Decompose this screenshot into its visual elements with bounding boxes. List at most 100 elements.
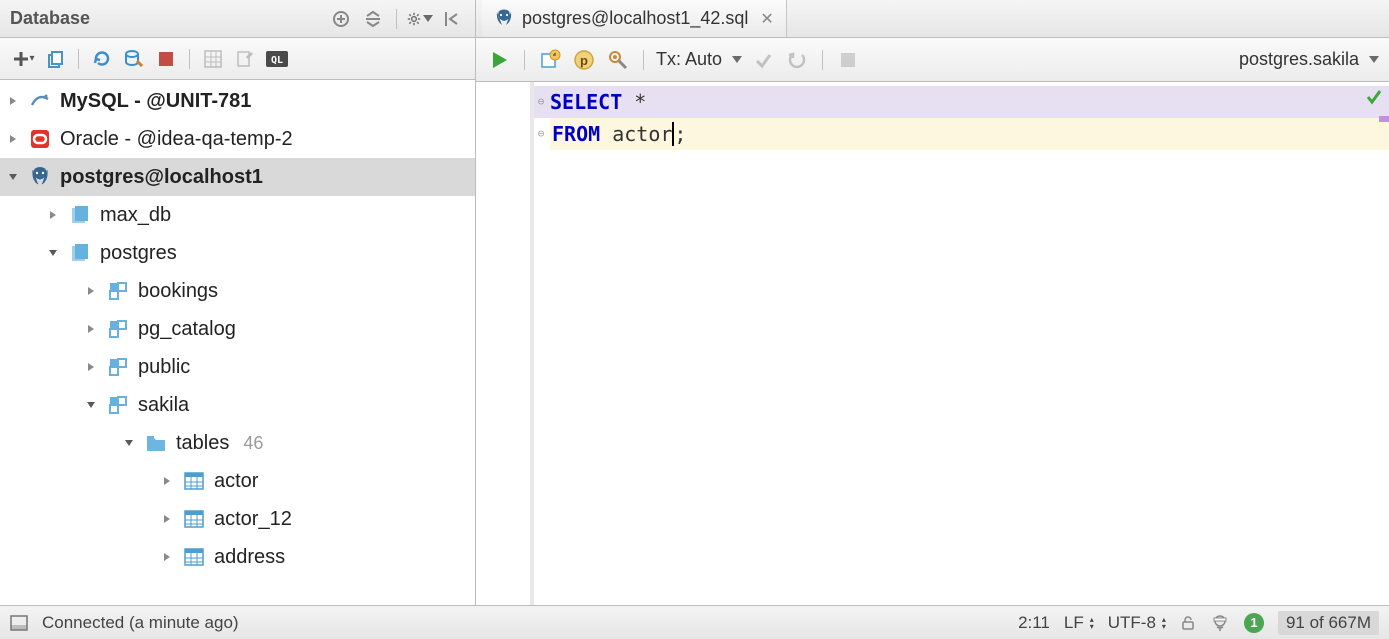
schema-selector[interactable]: postgres.sakila	[1239, 49, 1379, 70]
sql-keyword: SELECT	[550, 90, 622, 114]
postgres-elephant-icon	[494, 9, 514, 29]
table-icon	[182, 507, 206, 531]
node-label: postgres	[100, 242, 177, 265]
status-lock-icon[interactable]	[1180, 615, 1196, 631]
datasource-mysql[interactable]: MySQL - @UNIT-781	[0, 82, 475, 120]
database-postgres[interactable]: postgres	[0, 234, 475, 272]
expand-arrow-icon[interactable]	[84, 284, 98, 298]
expand-arrow-icon[interactable]	[6, 132, 20, 146]
tx-label: Tx: Auto	[656, 49, 722, 70]
expand-arrow-icon[interactable]	[160, 512, 174, 526]
schema-pg-catalog[interactable]: pg_catalog	[0, 310, 475, 348]
node-label: actor_12	[214, 508, 292, 531]
collapse-arrow-icon[interactable]	[122, 436, 136, 450]
collapse-arrow-icon[interactable]	[84, 398, 98, 412]
separator	[643, 50, 644, 70]
sql-keyword: FROM	[552, 122, 600, 146]
postgres-elephant-icon	[28, 165, 52, 189]
close-tab-icon[interactable]: ✕	[760, 9, 773, 29]
editor-tab[interactable]: postgres@localhost1_42.sql ✕	[482, 0, 787, 37]
datasource-oracle[interactable]: Oracle - @idea-qa-temp-2	[0, 120, 475, 158]
schema-icon	[106, 317, 130, 341]
node-label: max_db	[100, 204, 171, 227]
datasource-postgres[interactable]: postgres@localhost1	[0, 158, 475, 196]
new-icon[interactable]: ▾	[10, 47, 36, 71]
status-line-ending[interactable]: LF▴▾	[1064, 613, 1094, 633]
expand-arrow-icon[interactable]	[160, 550, 174, 564]
status-caret-pos[interactable]: 2:11	[1018, 613, 1050, 633]
fold-icon[interactable]: ⊖	[534, 118, 548, 150]
table-view-icon[interactable]	[200, 47, 226, 71]
node-label: Oracle - @idea-qa-temp-2	[60, 128, 293, 151]
status-bar: Connected (a minute ago) 2:11 LF▴▾ UTF-8…	[0, 605, 1389, 639]
stop-icon[interactable]	[153, 47, 179, 71]
collapse-arrow-icon[interactable]	[6, 170, 20, 184]
expand-arrow-icon[interactable]	[6, 94, 20, 108]
run-icon[interactable]	[486, 48, 512, 72]
separator	[822, 50, 823, 70]
oracle-icon	[28, 127, 52, 151]
schema-label: postgres.sakila	[1239, 49, 1359, 70]
explain-plan-icon[interactable]	[537, 48, 563, 72]
analysis-ok-icon	[1365, 88, 1383, 106]
separator	[189, 49, 190, 69]
collapse-icon[interactable]	[360, 7, 386, 31]
database-panel-header: Database	[0, 0, 475, 38]
dropdown-caret-icon	[732, 56, 742, 63]
status-connection: Connected (a minute ago)	[42, 613, 239, 633]
table-icon	[182, 469, 206, 493]
rollback-icon[interactable]	[784, 48, 810, 72]
edit-icon[interactable]	[232, 47, 258, 71]
database-max-db[interactable]: max_db	[0, 196, 475, 234]
table-actor-12[interactable]: actor_12	[0, 500, 475, 538]
database-icon	[68, 241, 92, 265]
database-tree[interactable]: MySQL - @UNIT-781 Oracle - @idea-qa-temp…	[0, 80, 475, 605]
separator	[396, 9, 397, 29]
expand-arrow-icon[interactable]	[46, 208, 60, 222]
refresh-icon[interactable]	[89, 47, 115, 71]
sql-editor[interactable]: ⊖ SELECT * ⊖ FROM actor;	[476, 82, 1389, 605]
schema-sakila[interactable]: sakila	[0, 386, 475, 424]
schema-icon	[106, 279, 130, 303]
code-area[interactable]: ⊖ SELECT * ⊖ FROM actor;	[534, 82, 1389, 605]
editor-panel: postgres@localhost1_42.sql ✕ p Tx: Auto	[476, 0, 1389, 605]
stop-icon[interactable]	[835, 48, 861, 72]
expand-arrow-icon[interactable]	[160, 474, 174, 488]
database-icon	[68, 203, 92, 227]
table-address[interactable]: address	[0, 538, 475, 576]
tables-folder[interactable]: tables 46	[0, 424, 475, 462]
database-toolbar: ▾ QL	[0, 38, 475, 80]
commit-icon[interactable]	[750, 48, 776, 72]
scroll-mark	[1379, 116, 1389, 122]
collapse-arrow-icon[interactable]	[46, 246, 60, 260]
expand-arrow-icon[interactable]	[84, 322, 98, 336]
status-bar-toggle-icon[interactable]	[10, 615, 28, 631]
schema-public[interactable]: public	[0, 348, 475, 386]
status-encoding[interactable]: UTF-8▴▾	[1108, 613, 1166, 633]
status-memory[interactable]: 91 of 667M	[1278, 611, 1379, 635]
updown-icon: ▴▾	[1162, 616, 1166, 630]
settings-wrench-icon[interactable]	[605, 48, 631, 72]
svg-text:p: p	[580, 53, 588, 68]
table-actor[interactable]: actor	[0, 462, 475, 500]
fold-icon[interactable]: ⊖	[534, 86, 548, 118]
datasource-properties-icon[interactable]	[121, 47, 147, 71]
status-notifications[interactable]: 1	[1244, 613, 1264, 633]
node-count: 46	[243, 433, 263, 454]
node-label: bookings	[138, 280, 218, 303]
dropdown-caret-icon	[1369, 56, 1379, 63]
schema-bookings[interactable]: bookings	[0, 272, 475, 310]
parameter-icon[interactable]: p	[571, 48, 597, 72]
status-inspector-icon[interactable]	[1210, 613, 1230, 633]
sql-text: ;	[674, 122, 686, 146]
schema-icon	[106, 355, 130, 379]
duplicate-icon[interactable]	[42, 47, 68, 71]
expand-arrow-icon[interactable]	[84, 360, 98, 374]
node-label: MySQL - @UNIT-781	[60, 90, 251, 113]
hide-panel-icon[interactable]	[439, 7, 465, 31]
tx-mode-selector[interactable]: Tx: Auto	[656, 49, 742, 70]
node-label: actor	[214, 470, 258, 493]
add-datasource-icon[interactable]	[328, 7, 354, 31]
settings-gear-icon[interactable]	[407, 7, 433, 31]
open-console-icon[interactable]: QL	[264, 47, 290, 71]
